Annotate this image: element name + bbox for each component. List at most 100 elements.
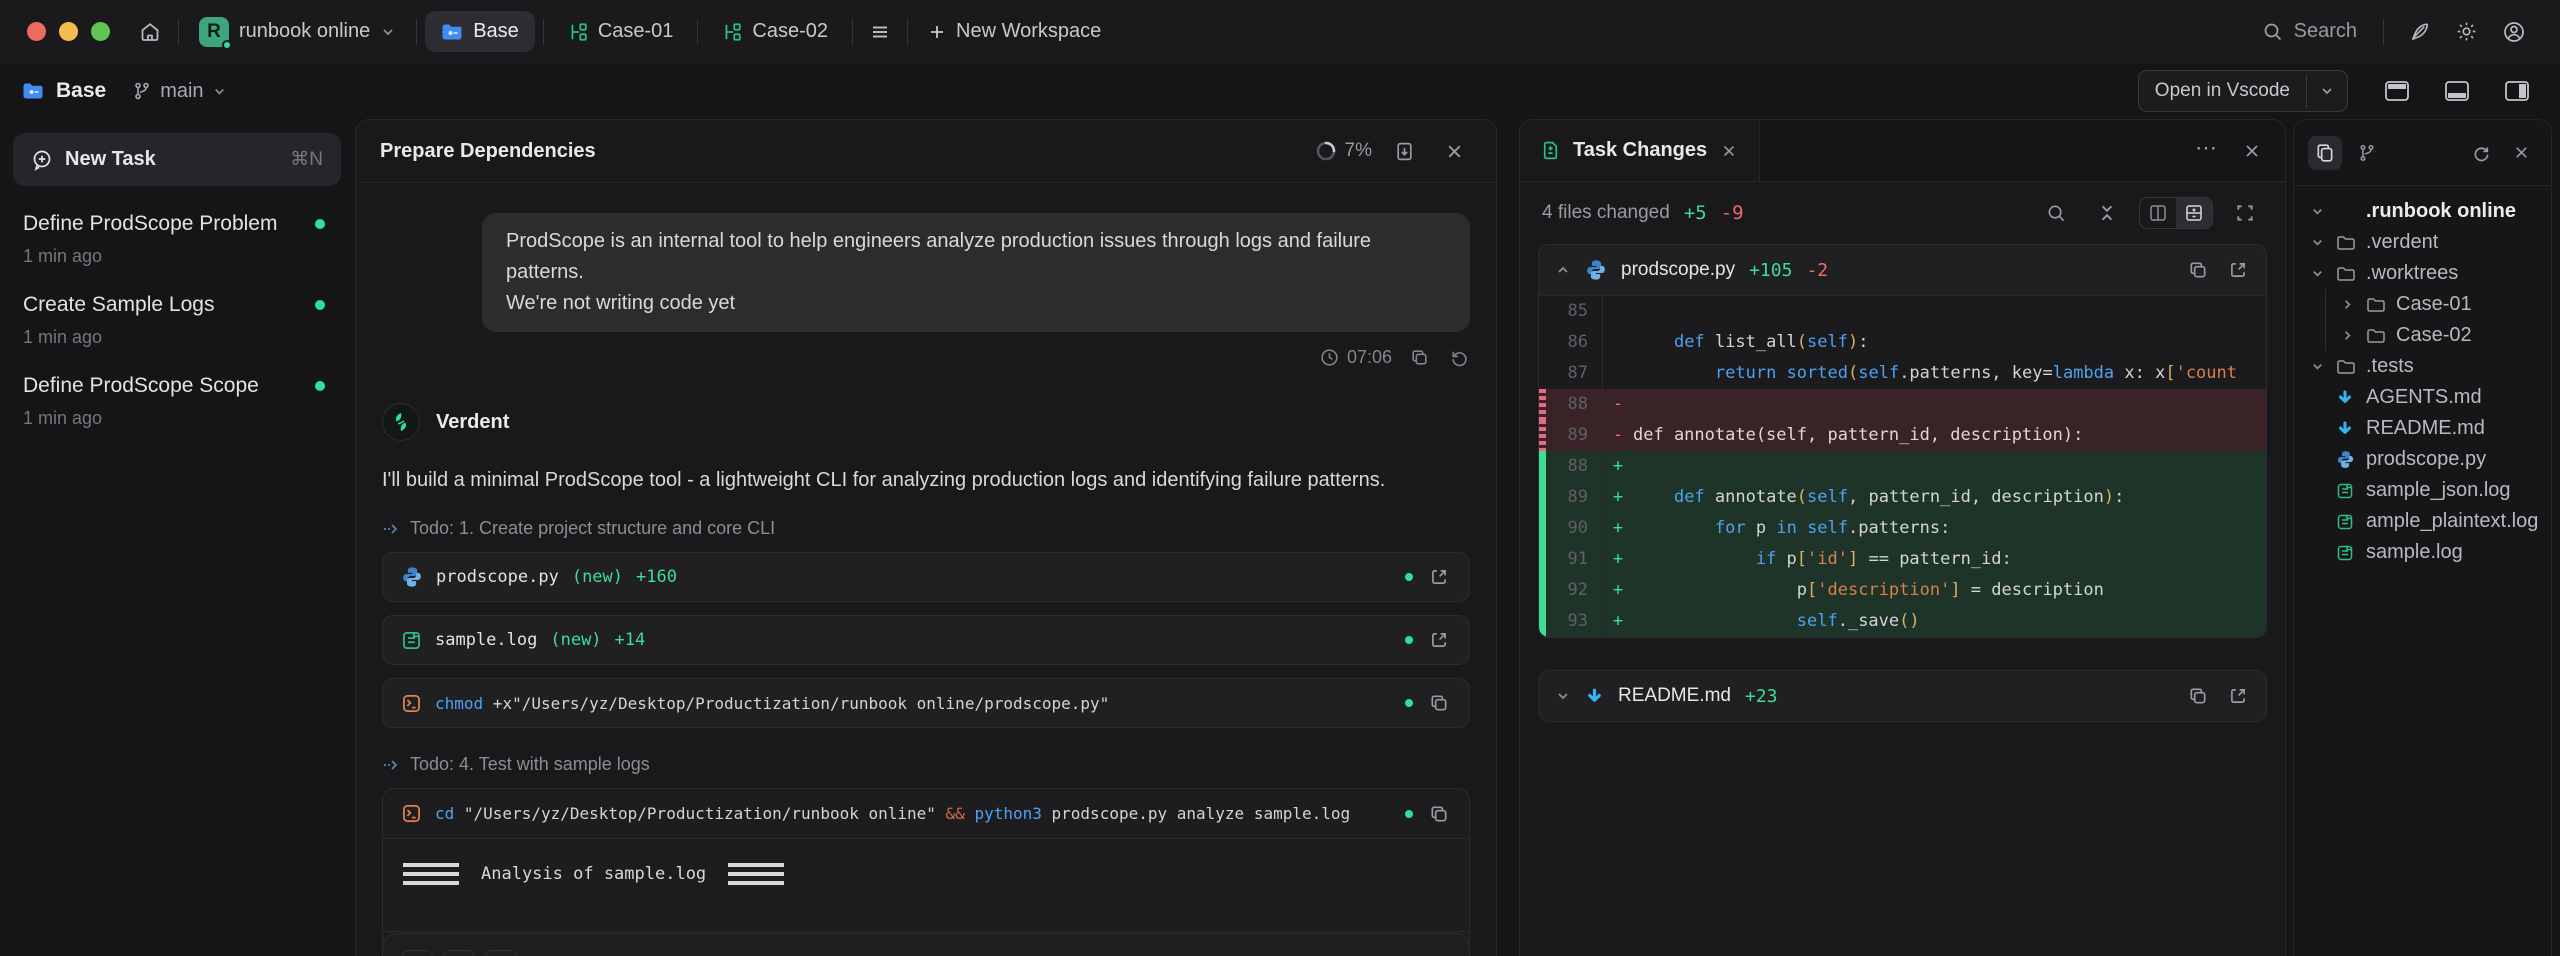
toggle-top-panel-button[interactable] bbox=[2376, 71, 2418, 111]
open-file-button[interactable] bbox=[1427, 565, 1451, 589]
open-file-button[interactable] bbox=[2226, 258, 2250, 282]
open-file-button[interactable] bbox=[1427, 628, 1451, 652]
tree-item-ample-plaintext-log[interactable]: ample_plaintext.log bbox=[2300, 506, 2545, 537]
branch-name: main bbox=[160, 80, 203, 103]
file-change-card[interactable]: sample.log (new) +14 bbox=[382, 615, 1470, 665]
tab-case-01[interactable]: Case-01 bbox=[552, 11, 690, 52]
output-heading: Analysis of sample.log bbox=[481, 864, 706, 884]
close-window-button[interactable] bbox=[27, 22, 46, 41]
open-file-button[interactable] bbox=[2226, 684, 2250, 708]
zoom-window-button[interactable] bbox=[91, 22, 110, 41]
account-button[interactable] bbox=[2494, 12, 2534, 52]
attach-button[interactable] bbox=[485, 950, 517, 956]
tree-item-sample-log[interactable]: sample.log bbox=[2300, 537, 2545, 568]
tree-item--verdent[interactable]: .verdent bbox=[2300, 227, 2545, 258]
open-file-icon bbox=[2228, 260, 2248, 280]
folder-icon bbox=[2336, 265, 2366, 283]
tab-case-02[interactable]: Case-02 bbox=[706, 11, 844, 52]
todo-item-1: Todo: 1. Create project structure and co… bbox=[382, 518, 1470, 539]
command-row[interactable]: cd "/Users/yz/Desktop/Productization/run… bbox=[383, 789, 1469, 839]
file-change-card[interactable]: prodscope.py (new) +160 bbox=[382, 552, 1470, 602]
tab-task-changes[interactable]: Task Changes bbox=[1520, 120, 1760, 181]
command-card[interactable]: chmod +x"/Users/yz/Desktop/Productizatio… bbox=[382, 678, 1470, 728]
files-view-button[interactable] bbox=[2308, 136, 2342, 170]
tree-item--worktrees[interactable]: .worktrees bbox=[2300, 258, 2545, 289]
tree-item--runbook-online[interactable]: .runbook online bbox=[2300, 196, 2545, 227]
split-view-button[interactable] bbox=[2140, 198, 2176, 228]
close-task-button[interactable] bbox=[1437, 134, 1472, 169]
gear-icon bbox=[2455, 20, 2478, 43]
tree-item-sample-json-log[interactable]: sample_json.log bbox=[2300, 475, 2545, 506]
diff-file-header[interactable]: README.md +23 bbox=[1539, 671, 2266, 721]
chevron-down-icon bbox=[380, 24, 396, 40]
copy-diff-button[interactable] bbox=[2186, 258, 2210, 282]
search-changes-button[interactable] bbox=[2038, 195, 2075, 232]
toggle-bottom-panel-button[interactable] bbox=[2436, 71, 2478, 111]
window-controls[interactable] bbox=[27, 22, 110, 41]
settings-button[interactable] bbox=[2447, 12, 2486, 51]
edit-button[interactable] bbox=[443, 950, 475, 956]
refresh-tree-button[interactable] bbox=[2465, 136, 2498, 169]
export-task-button[interactable] bbox=[1386, 133, 1423, 170]
feedback-button[interactable] bbox=[2400, 12, 2439, 51]
tree-item-case-02[interactable]: Case-02 bbox=[2300, 320, 2545, 351]
diff-line: 89+ def annotate(self, pattern_id, descr… bbox=[1539, 482, 2266, 513]
task-item[interactable]: Define ProdScope Problem1 min ago bbox=[13, 186, 341, 267]
tab-base[interactable]: Base bbox=[425, 11, 535, 52]
branch-selector[interactable]: main bbox=[132, 80, 226, 103]
copy-command-button[interactable] bbox=[1427, 802, 1451, 826]
copy-command-button[interactable] bbox=[1427, 691, 1451, 715]
new-task-button[interactable]: New Task ⌘N bbox=[13, 133, 341, 186]
diff-sign: - bbox=[1603, 420, 1633, 451]
copy-message-button[interactable] bbox=[1408, 346, 1431, 369]
code-text: p['description'] = description bbox=[1633, 575, 2104, 606]
minimize-window-button[interactable] bbox=[59, 22, 78, 41]
source-control-button[interactable] bbox=[2350, 136, 2384, 170]
tree-item--tests[interactable]: .tests bbox=[2300, 351, 2545, 382]
tree-item-agents-md[interactable]: AGENTS.md bbox=[2300, 382, 2545, 413]
search-icon bbox=[2046, 203, 2067, 224]
split-view-icon bbox=[2149, 204, 2167, 222]
unified-view-button[interactable] bbox=[2176, 198, 2212, 228]
open-in-dropdown[interactable] bbox=[2306, 74, 2347, 108]
tree-item-prodscope-py[interactable]: prodscope.py bbox=[2300, 444, 2545, 475]
restore-checkpoint-button[interactable] bbox=[1447, 346, 1470, 369]
heading-bars-icon bbox=[728, 863, 784, 885]
mention-button[interactable] bbox=[401, 950, 433, 956]
md-icon bbox=[2336, 420, 2366, 438]
tree-item-case-01[interactable]: Case-01 bbox=[2300, 289, 2545, 320]
new-workspace-button[interactable]: New Workspace bbox=[916, 12, 1113, 51]
diff-file-header[interactable]: prodscope.py +105 -2 bbox=[1539, 245, 2266, 295]
tab-label: Case-02 bbox=[752, 20, 828, 43]
python-icon bbox=[401, 566, 423, 588]
diff-line: 89-def annotate(self, pattern_id, descri… bbox=[1539, 420, 2266, 451]
close-panel-button[interactable] bbox=[2235, 134, 2269, 168]
close-tab-button[interactable] bbox=[1719, 141, 1739, 161]
tab-overflow-menu-button[interactable] bbox=[861, 13, 899, 51]
task-item[interactable]: Create Sample Logs1 min ago bbox=[13, 267, 341, 348]
chat-input[interactable] bbox=[382, 933, 1470, 956]
search-button[interactable]: Search bbox=[2252, 12, 2367, 51]
collapse-all-button[interactable] bbox=[2089, 195, 2125, 231]
panel-more-button[interactable]: ⋯ bbox=[2187, 135, 2225, 166]
task-list: Define ProdScope Problem1 min agoCreate … bbox=[13, 186, 341, 429]
diff-line: 92+ p['description'] = description bbox=[1539, 575, 2266, 606]
tree-item-label: sample_json.log bbox=[2366, 479, 2511, 502]
toggle-right-panel-button[interactable] bbox=[2496, 71, 2538, 111]
chevron-right-icon bbox=[2340, 297, 2366, 312]
close-tree-button[interactable] bbox=[2506, 137, 2537, 168]
file-tree-panel: .runbook online.verdent.worktreesCase-01… bbox=[2293, 119, 2552, 956]
copy-diff-button[interactable] bbox=[2186, 684, 2210, 708]
status-dot bbox=[315, 219, 325, 229]
heading-bars-icon bbox=[403, 863, 459, 885]
workspace-switcher[interactable]: R runbook online bbox=[187, 9, 408, 55]
task-item[interactable]: Define ProdScope Scope1 min ago bbox=[13, 348, 341, 429]
worktree-icon bbox=[722, 22, 742, 42]
fullscreen-button[interactable] bbox=[2227, 195, 2263, 231]
tree-item-readme-md[interactable]: README.md bbox=[2300, 413, 2545, 444]
diff-sign: + bbox=[1603, 544, 1633, 575]
status-dot bbox=[1405, 810, 1413, 818]
home-button[interactable] bbox=[130, 12, 170, 52]
open-in-vscode-button[interactable]: Open in Vscode bbox=[2138, 70, 2348, 112]
chevron-up-icon bbox=[1555, 262, 1571, 278]
